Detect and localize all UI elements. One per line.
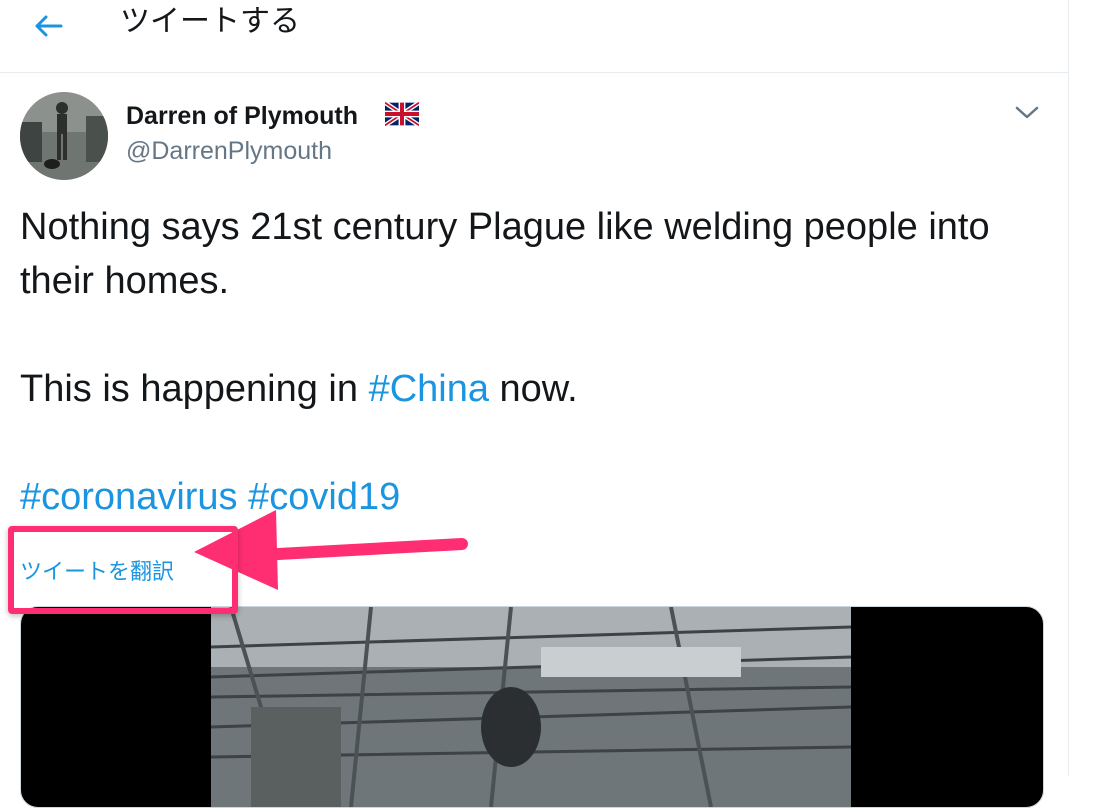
annotation-highlight-box [8, 526, 238, 614]
chevron-down-icon [1015, 106, 1039, 119]
more-options-button[interactable] [1012, 100, 1042, 126]
tweet-hashtags: #coronavirus #covid19 [20, 470, 1040, 524]
tweet-text: Nothing says 21st century Plague like we… [20, 200, 1040, 524]
tweet-column: ツイートする Darren of Plymouth @DarrenPlymout… [0, 0, 1069, 808]
video-frame [211, 607, 851, 807]
user-name[interactable]: Darren of Plymouth [126, 100, 358, 132]
user-handle[interactable]: @DarrenPlymouth [126, 136, 332, 166]
hashtag-china[interactable]: #China [369, 368, 489, 410]
tweet-line-1: Nothing says 21st century Plague like we… [20, 206, 990, 302]
tweet-line-2-before: This is happening in [20, 368, 369, 410]
tweet-line-2-after: now. [488, 368, 578, 410]
avatar[interactable] [20, 92, 108, 180]
tweet-line-2: This is happening in #China now. [20, 362, 1040, 416]
arrow-left-icon [35, 15, 63, 37]
uk-flag-icon [383, 100, 421, 128]
video-player[interactable] [20, 606, 1044, 808]
page-title: ツイートする [120, 4, 300, 39]
back-button[interactable] [30, 8, 66, 44]
page-header: ツイートする [0, 0, 1068, 73]
